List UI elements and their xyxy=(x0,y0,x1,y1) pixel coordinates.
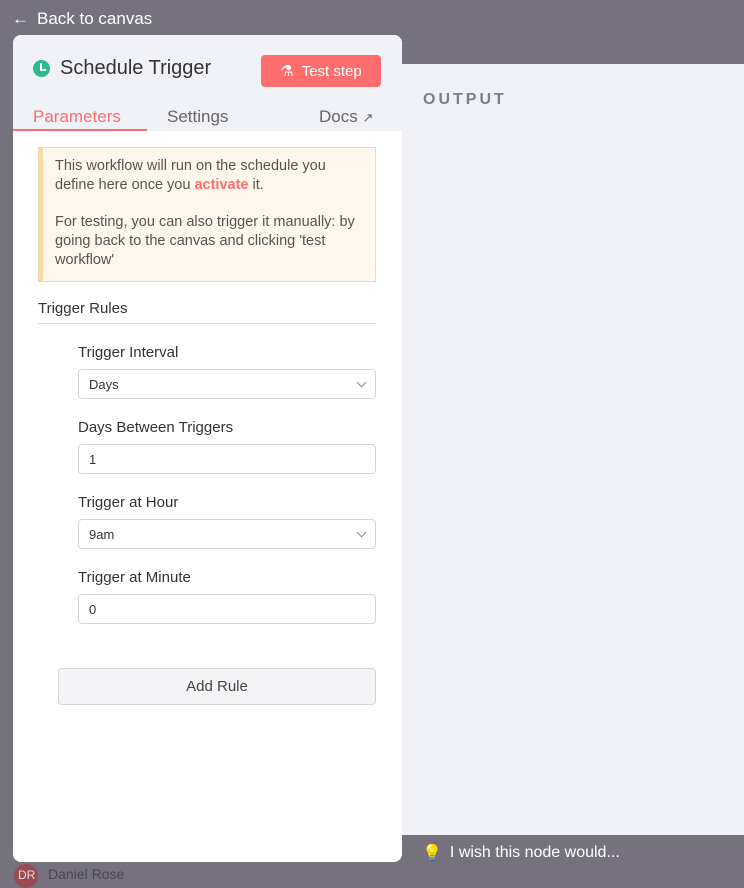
test-step-button[interactable]: ⚗ Test step xyxy=(261,55,381,87)
lightbulb-icon: 💡 xyxy=(422,845,442,862)
tab-parameters[interactable]: Parameters xyxy=(33,107,121,127)
field-value: 1 xyxy=(89,451,97,467)
node-title-text: Schedule Trigger xyxy=(60,57,212,79)
tab-settings[interactable]: Settings xyxy=(167,107,228,127)
schedule-notice: This workflow will run on the schedule y… xyxy=(38,147,376,282)
active-tab-underline xyxy=(13,129,147,131)
input-3[interactable]: 0 xyxy=(78,594,376,624)
docs-label: Docs xyxy=(319,107,358,126)
back-label: Back to canvas xyxy=(37,9,153,28)
feedback-label: I wish this node would... xyxy=(449,844,620,861)
select-0[interactable]: Days xyxy=(78,369,376,399)
field-value: 9am xyxy=(89,526,115,542)
section-title: Trigger Rules xyxy=(38,300,376,324)
output-title: OUTPUT xyxy=(423,91,507,108)
user-avatar: DR xyxy=(14,864,38,888)
output-panel: OUTPUT xyxy=(402,64,744,835)
chevron-down-icon xyxy=(356,377,367,387)
activate-link[interactable]: activate xyxy=(194,177,248,193)
node-parameters-panel: Schedule Trigger ⚗ Test step Parameters … xyxy=(13,35,402,862)
arrow-left-icon: ← xyxy=(12,9,29,28)
clock-icon xyxy=(33,60,50,77)
back-to-canvas-button[interactable]: ← Back to canvas xyxy=(12,9,152,29)
panel-header: Schedule Trigger ⚗ Test step Parameters … xyxy=(13,35,402,131)
field-trigger-at-hour: Trigger at Hour 9am xyxy=(78,494,376,549)
field-trigger-interval: Trigger Interval Days xyxy=(78,344,376,399)
add-rule-button[interactable]: Add Rule xyxy=(58,668,376,705)
field-label: Trigger at Minute xyxy=(78,569,191,586)
field-label: Trigger at Hour xyxy=(78,494,179,511)
field-trigger-at-minute: Trigger at Minute 0 xyxy=(78,569,376,624)
field-label: Days Between Triggers xyxy=(78,419,234,436)
test-step-label: Test step xyxy=(301,62,362,80)
chevron-down-icon xyxy=(356,527,367,537)
select-2[interactable]: 9am xyxy=(78,519,376,549)
node-title: Schedule Trigger xyxy=(33,57,211,80)
tab-docs[interactable]: Docs ↗ xyxy=(319,107,373,127)
field-days-between-triggers: Days Between Triggers 1 xyxy=(78,419,376,474)
notice-testing-text: For testing, you can also trigger it man… xyxy=(55,214,355,268)
field-value: 0 xyxy=(89,601,97,617)
input-1[interactable]: 1 xyxy=(78,444,376,474)
flask-icon: ⚗ xyxy=(280,63,294,80)
field-label: Trigger Interval xyxy=(78,344,179,361)
feedback-link[interactable]: 💡 I wish this node would... xyxy=(422,843,620,863)
user-name: Daniel Rose xyxy=(48,866,125,882)
external-link-icon: ↗ xyxy=(362,110,374,125)
field-value: Days xyxy=(89,376,119,392)
